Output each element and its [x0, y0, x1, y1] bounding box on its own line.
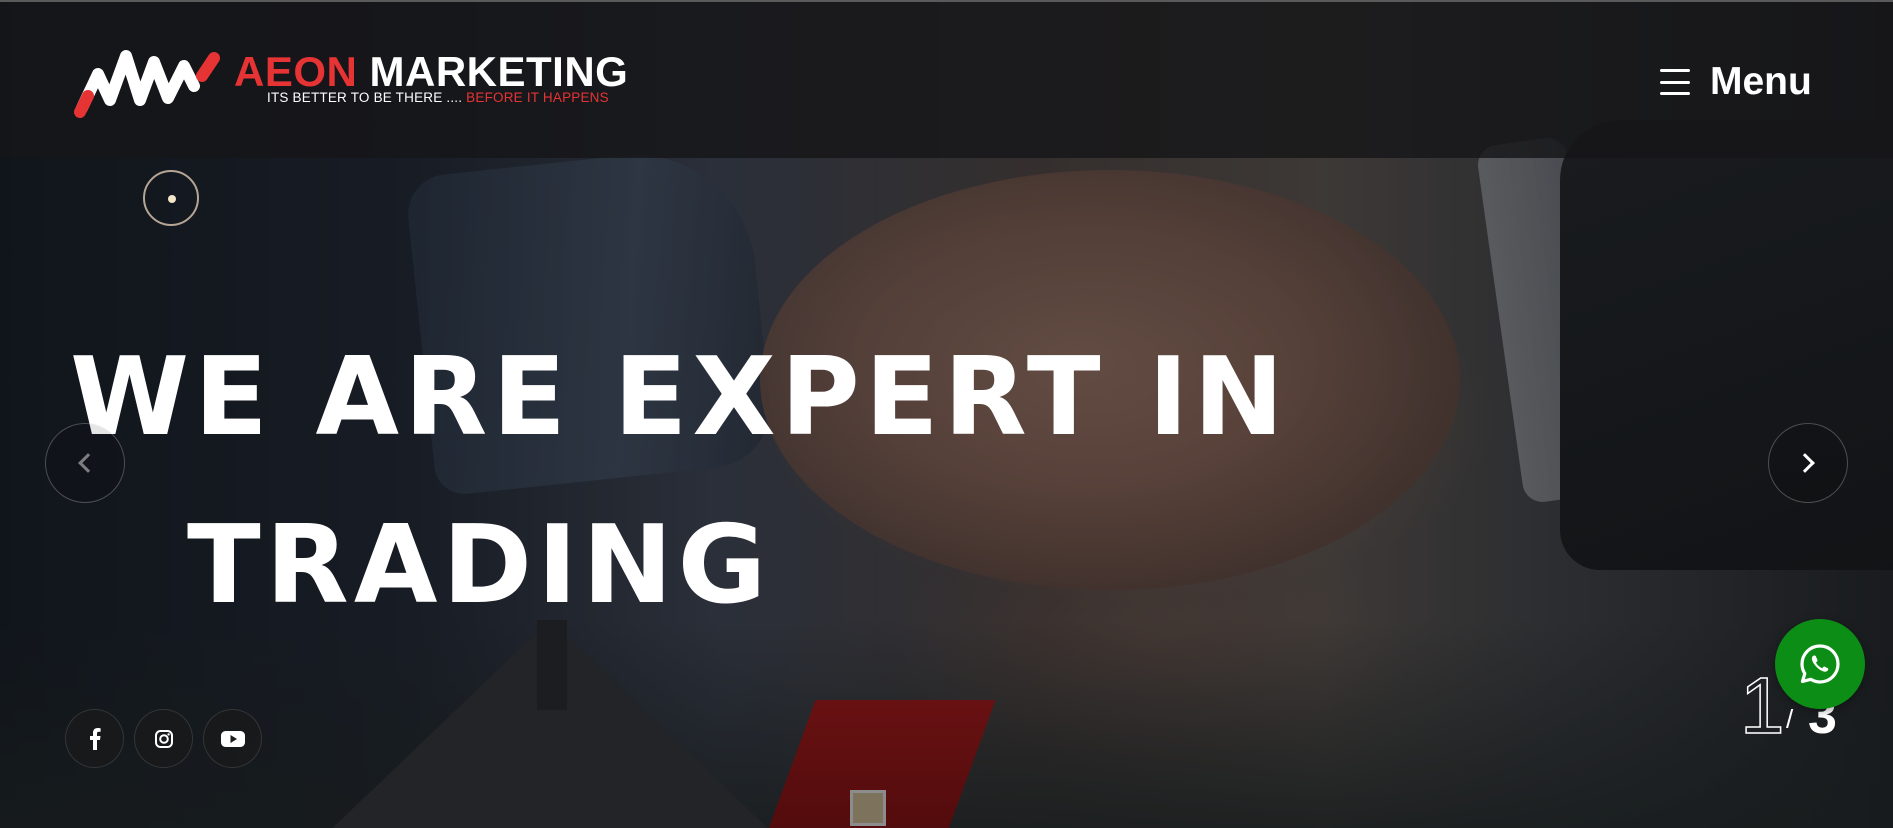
youtube-icon	[220, 730, 245, 747]
tagline-part1: ITS BETTER TO BE THERE ....	[267, 90, 467, 105]
hero-headline-line2: TRADING	[187, 503, 772, 628]
menu-button[interactable]: Menu	[1660, 60, 1812, 104]
hero-headline-line1: WE ARE EXPERT IN	[70, 335, 1289, 460]
whatsapp-button[interactable]	[1775, 619, 1865, 709]
tagline-part2: BEFORE IT HAPPENS	[466, 90, 609, 105]
slider-prev-button[interactable]	[45, 423, 125, 503]
instagram-button[interactable]	[134, 709, 193, 768]
slider-next-button[interactable]	[1768, 423, 1848, 503]
brand-name-part2: MARKETING	[369, 48, 629, 95]
facebook-button[interactable]	[65, 709, 124, 768]
menu-label: Menu	[1710, 60, 1812, 103]
youtube-button[interactable]	[203, 709, 262, 768]
instagram-icon	[154, 729, 173, 748]
chevron-left-icon	[78, 453, 98, 473]
brand-name-part1: AEON	[234, 48, 358, 95]
brand-name: AEON MARKETING	[234, 48, 628, 96]
hamburger-icon	[1660, 69, 1690, 95]
logo-mark-icon	[74, 50, 220, 118]
cursor-dot	[168, 195, 176, 203]
social-links	[65, 709, 262, 768]
custom-cursor	[143, 170, 199, 226]
chevron-right-icon	[1795, 453, 1815, 473]
whatsapp-icon	[1800, 644, 1840, 684]
brand-logo[interactable]: AEON MARKETING ITS BETTER TO BE THERE ..…	[74, 46, 628, 120]
slide-counter-separator: /	[1786, 704, 1794, 734]
facebook-icon	[89, 727, 101, 750]
site-header: AEON MARKETING ITS BETTER TO BE THERE ..…	[0, 2, 1893, 158]
brand-tagline: ITS BETTER TO BE THERE .... BEFORE IT HA…	[267, 90, 609, 105]
